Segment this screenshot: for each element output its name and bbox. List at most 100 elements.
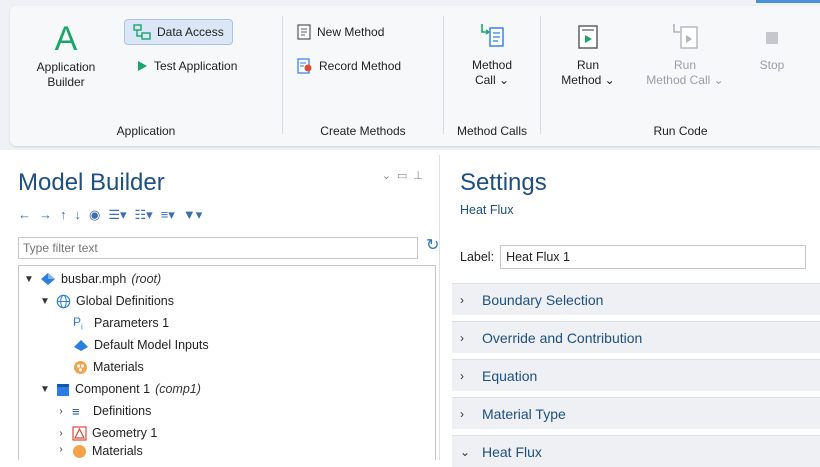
refresh-icon[interactable]: ↻ [426,235,439,255]
section-override-contribution[interactable]: › Override and Contribution [452,321,820,353]
tree-node-label: Default Model Inputs [94,338,209,352]
group-run-code: Run Method ⌄ Run Method Call ⌄ Stop Run … [541,6,820,146]
test-application-button[interactable]: Test Application [128,53,245,79]
section-equation[interactable]: › Equation [452,359,820,391]
section-heat-flux[interactable]: ⌄ Heat Flux [452,435,820,467]
list-options-icon[interactable]: ≡▾ [161,207,175,223]
new-method-button[interactable]: New Method [289,19,392,45]
chevron-right-icon[interactable]: › [55,406,67,417]
section-label: Heat Flux [482,443,542,460]
tree-node-materials[interactable]: Materials [73,356,144,378]
globe-icon [56,294,71,308]
show-icon[interactable]: ◉ [89,207,100,223]
tree-node-label: Geometry 1 [92,426,158,440]
chevron-down-icon[interactable]: ▼ [39,384,51,395]
model-builder-pane: Model Builder ⌄▭⊥ ← → ↑ ↓ ◉ ☰▾ ☷▾ ≡▾ ▼▾ … [10,155,440,460]
stop-button[interactable]: Stop [749,22,795,73]
group-label-run-code: Run Code [653,124,708,138]
group-create-methods: New Method Record Method Create Methods [283,6,443,146]
method-call-button[interactable]: Method Call ⌄ [454,22,530,88]
run-method-call-button[interactable]: Run Method Call ⌄ [633,22,737,88]
application-builder-icon: A [55,20,78,54]
section-material-type[interactable]: › Material Type [452,397,820,429]
ribbon-panel: A Application Builder Data Access Test A… [10,6,820,146]
filter-input[interactable] [18,237,418,259]
section-label: Equation [482,367,538,384]
tree-node-label: Component 1 [75,382,151,396]
data-access-icon [133,24,151,40]
record-method-icon [297,58,312,74]
materials-icon [74,360,87,374]
play-icon [138,61,147,71]
tree-node-component[interactable]: ▼ Component 1 (comp1) [39,378,201,400]
label-caption: Label: [460,250,495,264]
run-method-call-label: Run Method Call ⌄ [646,58,724,87]
chevron-right-icon[interactable]: › [55,444,67,455]
window-controls: ⌄▭⊥ [382,169,429,182]
expand-tree-icon[interactable]: ☰▾ [108,207,126,223]
application-builder-label: Application Builder [36,60,96,89]
method-call-label: Method Call ⌄ [471,58,513,87]
component-icon [57,383,69,396]
new-method-label: New Method [317,25,385,39]
down-arrow-icon[interactable]: ↓ [75,207,82,223]
chevron-right-icon: › [460,292,464,307]
section-boundary-selection[interactable]: › Boundary Selection [452,283,820,315]
group-method-calls: Method Call ⌄ Method Calls [444,6,540,146]
tree-node-materials-component[interactable]: › Materials [55,444,143,460]
chevron-down-icon[interactable]: ⌄ [382,170,397,182]
svg-text:A: A [55,20,78,54]
tree-node-geometry[interactable]: › Geometry 1 [55,422,157,444]
comsol-logo-icon [41,273,55,285]
tree-node-definitions[interactable]: › ≡ Definitions [55,400,151,422]
group-application: A Application Builder Data Access Test A… [10,6,282,146]
chevron-right-icon: › [460,368,464,383]
collapse-tree-icon[interactable]: ☷▾ [135,207,153,223]
chevron-right-icon: › [460,330,464,345]
application-builder-button[interactable]: A Application Builder [28,20,104,90]
group-label-create-methods: Create Methods [320,124,406,138]
run-method-button[interactable]: Run Method ⌄ [553,22,623,88]
tree-node-label: Materials [93,360,144,374]
chevron-down-icon[interactable]: ▼ [39,296,51,307]
data-access-label: Data Access [157,25,224,39]
tree-node-parameters[interactable]: Pi Parameters 1 [73,312,169,334]
group-label-method-calls: Method Calls [456,124,528,138]
tree-node-note: (comp1) [155,382,201,396]
run-method-icon [578,25,598,49]
model-builder-toolbar: ← → ↑ ↓ ◉ ☰▾ ☷▾ ≡▾ ▼▾ [18,207,202,223]
chevron-down-icon: ⌄ [460,444,471,459]
default-inputs-icon [74,340,88,351]
back-arrow-icon[interactable]: ← [18,207,31,223]
record-method-button[interactable]: Record Method [289,53,409,79]
model-tree: ▼ busbar.mph (root) ▼ Global Definitions… [18,265,436,460]
label-row: Label: [460,245,807,269]
settings-subtitle: Heat Flux [460,203,514,217]
tree-node-label: Definitions [93,404,152,418]
geometry-icon [72,425,87,441]
funnel-icon[interactable]: ▼▾ [183,207,202,223]
forward-arrow-icon[interactable]: → [39,207,52,223]
section-label: Material Type [482,405,566,422]
tree-node-default-inputs[interactable]: Default Model Inputs [73,334,209,356]
minimize-icon[interactable]: ▭ [397,170,413,182]
chevron-down-icon[interactable]: ▼ [23,274,35,285]
up-arrow-icon[interactable]: ↑ [60,207,67,223]
materials-icon [73,445,86,458]
tree-node-global-definitions[interactable]: ▼ Global Definitions [39,290,174,312]
definitions-icon: ≡ [72,403,80,419]
data-access-button[interactable]: Data Access [124,19,233,45]
chevron-right-icon: › [460,406,464,421]
new-method-icon [297,24,311,40]
model-builder-title: Model Builder [18,169,165,196]
settings-title: Settings [460,169,547,196]
stop-label: Stop [759,58,785,72]
group-label-application: Application [116,124,176,138]
chevron-right-icon[interactable]: › [55,428,67,439]
method-call-icon [481,24,504,47]
tree-node-root[interactable]: ▼ busbar.mph (root) [23,268,161,290]
tree-node-label: busbar.mph [61,272,127,286]
ribbon: A Application Builder Data Access Test A… [0,0,820,150]
pin-icon[interactable]: ⊥ [413,170,429,182]
label-input[interactable] [500,245,807,269]
